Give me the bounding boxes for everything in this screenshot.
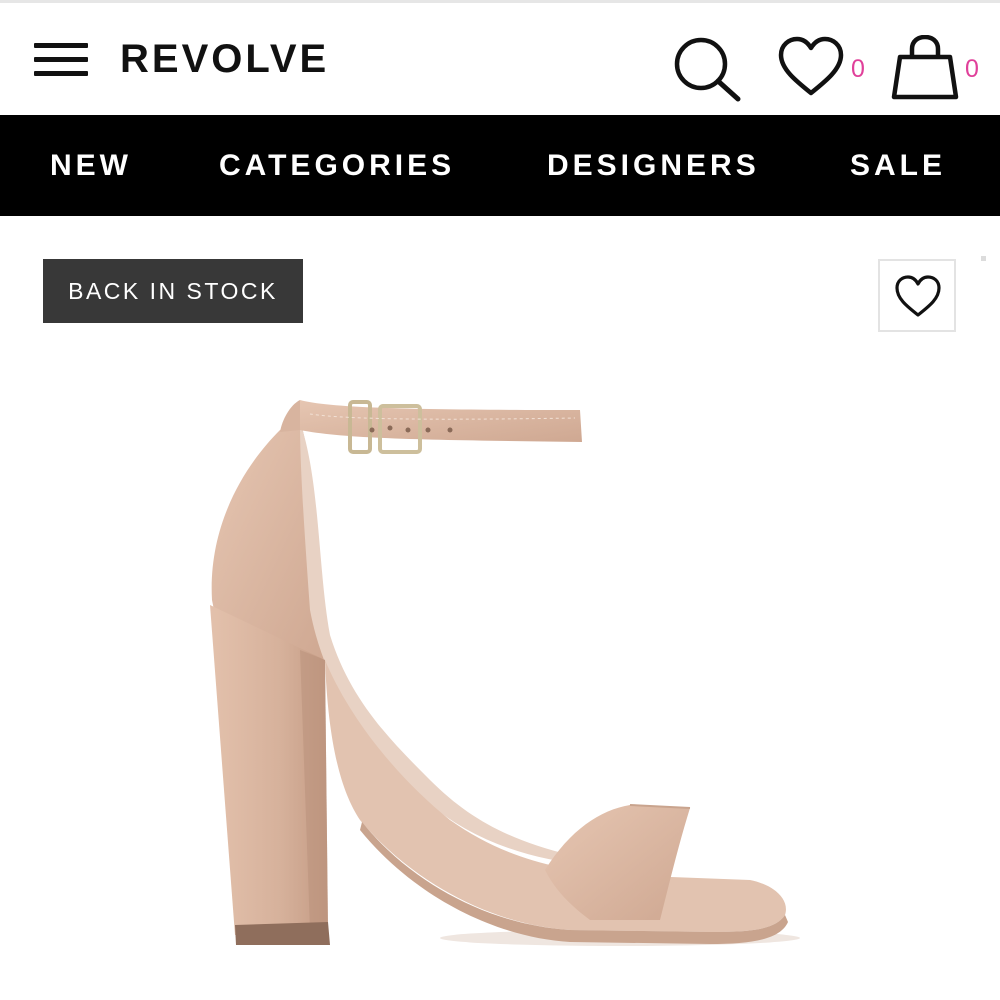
nav-item-designers[interactable]: DESIGNERS [547,115,760,216]
wishlist-heart-icon[interactable] [776,35,846,99]
search-icon[interactable] [668,33,744,105]
back-in-stock-badge: BACK IN STOCK [43,259,303,323]
sandal-illustration [210,400,800,946]
menu-icon[interactable] [34,43,88,79]
main-nav: NEW CATEGORIES DESIGNERS SALE [0,115,1000,216]
nav-item-sale[interactable]: SALE [850,115,946,216]
nav-item-new[interactable]: NEW [50,115,132,216]
scroll-indicator [981,256,986,261]
site-header: REVOLVE 0 0 [0,3,1000,115]
nav-item-categories[interactable]: CATEGORIES [219,115,455,216]
bag-count: 0 [965,55,979,83]
wishlist-count: 0 [851,55,865,83]
heart-outline-icon [895,275,941,317]
shopping-bag-icon[interactable] [890,34,960,101]
brand-logo[interactable]: REVOLVE [120,33,329,85]
favorite-button[interactable] [878,259,956,332]
product-image[interactable] [150,360,850,980]
